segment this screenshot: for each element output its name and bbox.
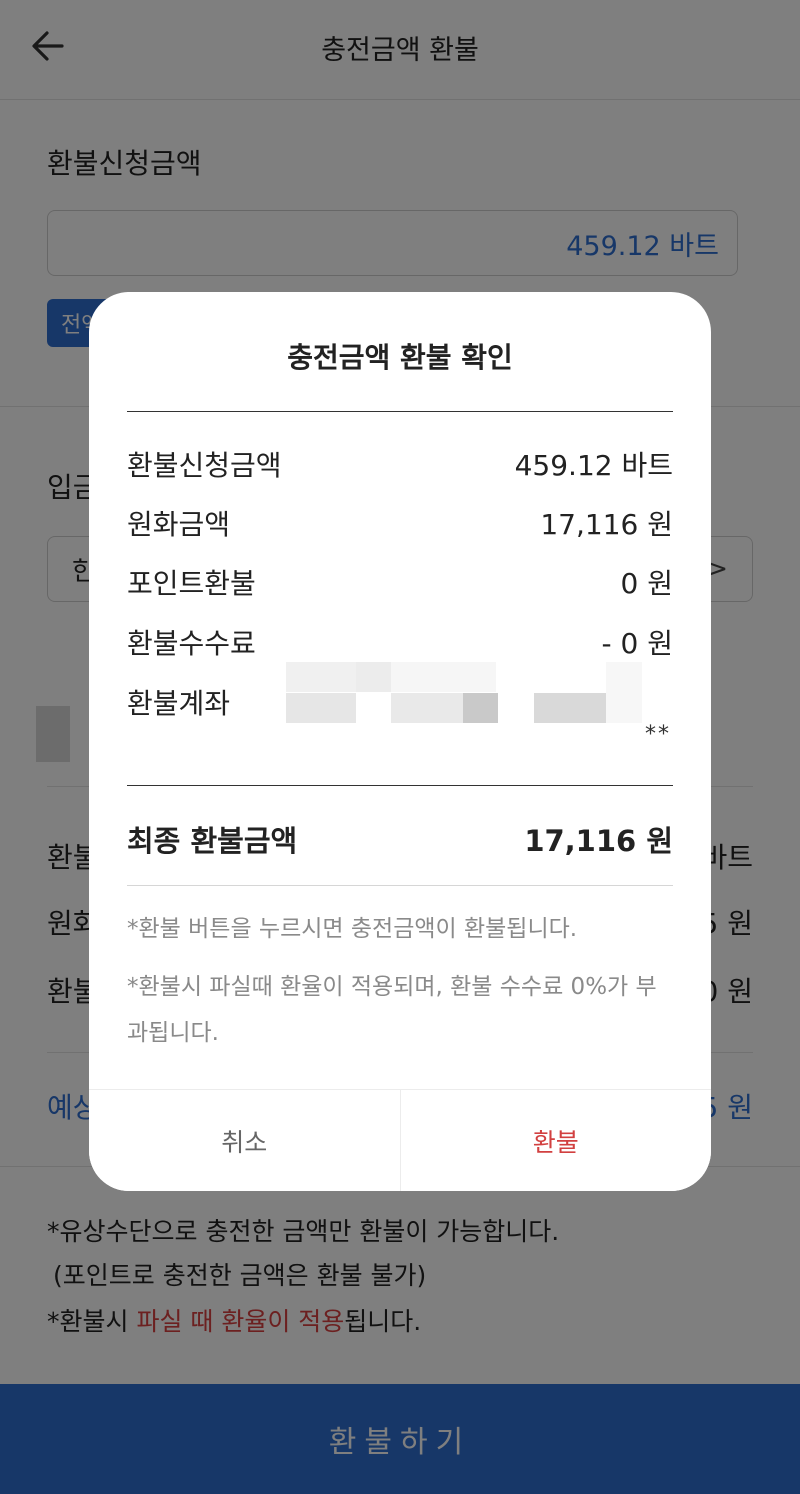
- final-value: 17,116 원: [524, 824, 673, 858]
- confirm-refund-button[interactable]: 환불: [400, 1090, 711, 1191]
- dialog-title: 충전금액 환불 확인: [287, 341, 513, 374]
- dialog-row-refund-fee: 환불수수료 - 0 원: [127, 622, 673, 662]
- dialog-row-krw-amount: 원화금액 17,116 원: [127, 503, 673, 543]
- dialog-row-point-refund: 포인트환불 0 원: [127, 562, 673, 602]
- row-label: 환불신청금액: [127, 449, 282, 482]
- row-label: 환불수수료: [127, 627, 256, 660]
- dialog-row-request-amount: 환불신청금액 459.12 바트: [127, 444, 673, 484]
- dialog-footer: 취소 환불: [89, 1089, 711, 1191]
- row-value: - 0 원: [601, 627, 673, 660]
- dialog-row-final-amount: 최종 환불금액 17,116 원: [127, 818, 673, 860]
- account-mask-suffix: **: [645, 722, 671, 747]
- dialog-note-1: *환불 버튼을 누르시면 충전금액이 환불됩니다.: [127, 916, 578, 942]
- final-label: 최종 환불금액: [127, 824, 298, 858]
- row-value: 459.12 바트: [514, 449, 673, 482]
- refund-confirm-dialog: 충전금액 환불 확인 환불신청금액 459.12 바트 원화금액 17,116 …: [89, 292, 711, 1191]
- cancel-button[interactable]: 취소: [89, 1090, 401, 1191]
- dialog-divider: [127, 885, 673, 886]
- dialog-note-2: *환불시 파실때 환율이 적용되며, 환불 수수료 0%가 부과됩니다.: [127, 974, 657, 1046]
- row-value: 17,116 원: [540, 508, 673, 541]
- masked-account-number: [286, 662, 642, 724]
- dialog-divider: [127, 411, 673, 412]
- row-label: 원화금액: [127, 508, 231, 541]
- row-value: 0 원: [620, 567, 673, 600]
- row-label: 포인트환불: [127, 567, 256, 600]
- dialog-divider: [127, 785, 673, 786]
- row-label: 환불계좌: [127, 687, 231, 720]
